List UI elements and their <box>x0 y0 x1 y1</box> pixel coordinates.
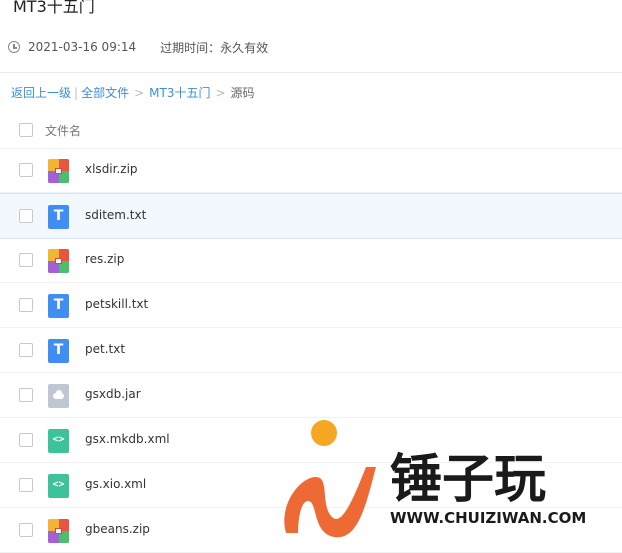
row-checkbox[interactable] <box>19 298 33 312</box>
txt-file-icon: T <box>48 294 69 318</box>
file-name-link[interactable]: gsxdb.jar <box>85 387 141 401</box>
zip-file-icon <box>48 519 69 543</box>
row-checkbox[interactable] <box>19 209 33 223</box>
row-checkbox[interactable] <box>19 523 33 537</box>
row-checkbox[interactable] <box>19 343 33 357</box>
file-row[interactable]: res.zip <box>0 238 622 283</box>
zip-file-icon <box>48 249 69 273</box>
expire-label: 过期时间： <box>160 40 221 55</box>
file-name-link[interactable]: pet.txt <box>85 342 125 356</box>
file-name-link[interactable]: res.zip <box>85 252 124 266</box>
page-title: MT3十五门 <box>13 0 95 16</box>
expire-value: 永久有效 <box>220 40 269 55</box>
row-checkbox[interactable] <box>19 253 33 267</box>
file-name-link[interactable]: gbeans.zip <box>85 522 150 536</box>
breadcrumb-pipe: | <box>74 86 79 100</box>
breadcrumb-separator: > <box>134 86 145 100</box>
file-row[interactable]: Tpetskill.txt <box>0 283 622 328</box>
row-checkbox[interactable] <box>19 388 33 402</box>
txt-file-icon: T <box>48 205 69 229</box>
back-link[interactable]: 返回上一级 <box>11 86 71 100</box>
jar-file-icon <box>48 384 69 408</box>
logo-mark <box>284 467 376 538</box>
table-header: 文件名 <box>0 110 622 149</box>
file-row[interactable]: Tsditem.txt <box>0 193 622 239</box>
breadcrumb: 返回上一级 | 全部文件 > MT3十五门 > 源码 <box>11 84 255 101</box>
created-time: 2021-03-16 09:14 <box>28 40 137 54</box>
xml-file-icon: <> <box>48 429 69 453</box>
zip-file-icon <box>48 159 69 183</box>
folder-link[interactable]: MT3十五门 <box>149 86 210 100</box>
file-row[interactable]: Tpet.txt <box>0 328 622 373</box>
divider <box>0 72 622 73</box>
breadcrumb-separator: > <box>215 86 226 100</box>
row-checkbox[interactable] <box>19 478 33 492</box>
clock-icon <box>8 41 20 53</box>
row-checkbox[interactable] <box>19 433 33 447</box>
xml-file-icon: <> <box>48 474 69 498</box>
select-all-checkbox[interactable] <box>19 123 33 137</box>
share-meta: 2021-03-16 09:14 过期时间： 永久有效 <box>8 38 268 56</box>
file-row[interactable]: xlsdir.zip <box>0 148 622 193</box>
file-name-link[interactable]: petskill.txt <box>85 297 148 311</box>
watermark-cn-text: 锤子玩 <box>390 450 546 510</box>
file-name-link[interactable]: gs.xio.xml <box>85 477 146 491</box>
file-name-link[interactable]: sditem.txt <box>85 208 146 222</box>
txt-file-icon: T <box>48 339 69 363</box>
breadcrumb-current: 源码 <box>230 86 255 100</box>
file-name-link[interactable]: gsx.mkdb.xml <box>85 432 170 446</box>
all-files-link[interactable]: 全部文件 <box>81 86 129 100</box>
file-name-link[interactable]: xlsdir.zip <box>85 162 138 176</box>
row-checkbox[interactable] <box>19 163 33 177</box>
filename-column-header[interactable]: 文件名 <box>45 122 81 139</box>
watermark-en-text: WWW.CHUIZIWAN.COM <box>390 509 586 527</box>
watermark-logo: 锤子玩 WWW.CHUIZIWAN.COM <box>284 420 586 538</box>
logo-dot <box>311 420 337 446</box>
